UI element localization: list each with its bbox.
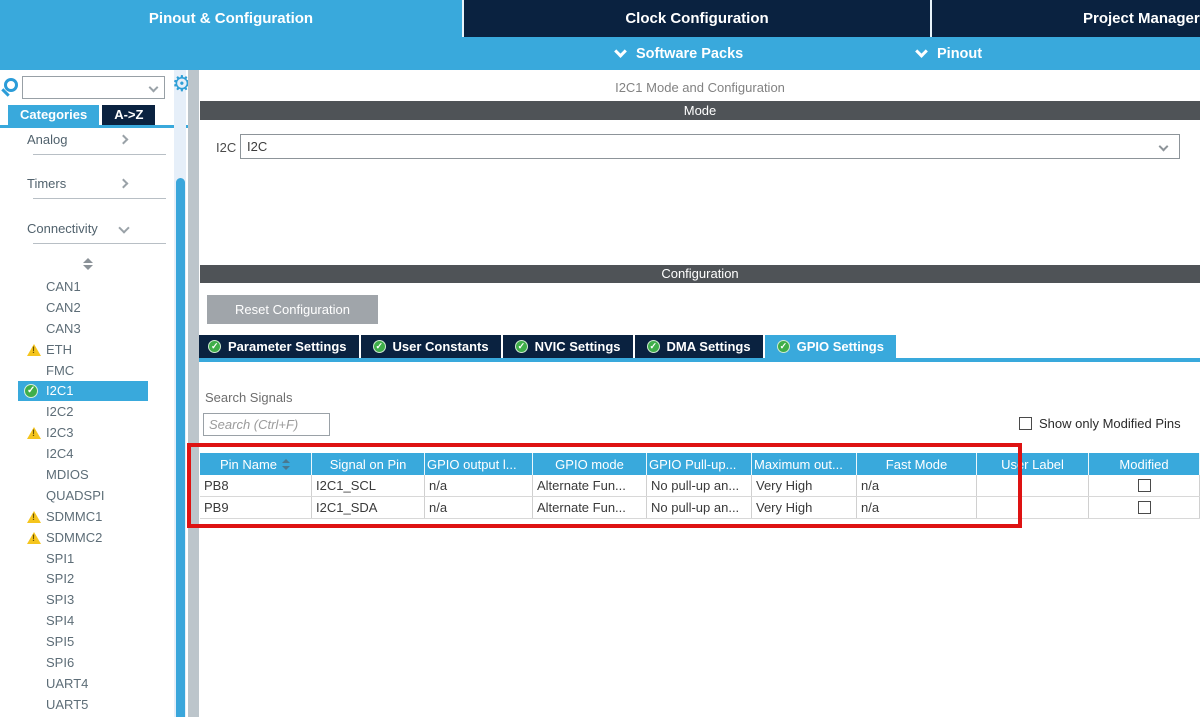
reset-configuration-button[interactable]: Reset Configuration <box>207 295 378 324</box>
tab-label: DMA Settings <box>667 339 751 354</box>
cell-modified <box>1089 475 1200 496</box>
pinout-dropdown[interactable]: Pinout <box>917 37 982 70</box>
section-label: Connectivity <box>27 221 98 236</box>
software-packs-label: Software Packs <box>636 46 743 62</box>
sidebar-item-can2[interactable]: CAN2 <box>0 298 174 319</box>
configuration-tabs: Parameter Settings User Constants NVIC S… <box>196 335 896 358</box>
check-icon <box>777 340 790 353</box>
show-only-modified-filter: Show only Modified Pins <box>1019 416 1181 431</box>
section-divider <box>33 154 166 155</box>
panel-title: I2C1 Mode and Configuration <box>200 80 1200 95</box>
sidebar-item-i2c4[interactable]: I2C4 <box>0 444 174 465</box>
column-header-modified[interactable]: Modified <box>1089 453 1200 475</box>
red-annotation-box <box>187 443 1022 528</box>
tab-clock-configuration[interactable]: Clock Configuration <box>464 0 930 37</box>
section-divider <box>33 198 166 199</box>
sidebar-item-spi1[interactable]: SPI1 <box>0 549 174 570</box>
tab-gpio-settings[interactable]: GPIO Settings <box>765 335 896 358</box>
sidebar-item-mdios[interactable]: MDIOS <box>0 465 174 486</box>
chevron-right-icon <box>119 135 129 145</box>
tab-label: Pinout & Configuration <box>149 10 313 27</box>
section-label: Analog <box>27 132 67 147</box>
sidebar-item-i2c1[interactable]: I2C1 <box>0 381 174 402</box>
tab-label: User Constants <box>393 339 489 354</box>
sidebar-section-timers[interactable]: Timers <box>0 176 174 194</box>
sidebar-item-uart5[interactable]: UART5 <box>0 695 174 716</box>
sidebar-item-i2c2[interactable]: I2C2 <box>0 402 174 423</box>
chevron-right-icon <box>119 179 129 189</box>
tab-parameter-settings[interactable]: Parameter Settings <box>196 335 359 358</box>
sidebar-item-fmc[interactable]: FMC <box>0 361 174 382</box>
header-bar: Pinout & Configuration Clock Configurati… <box>0 0 1200 70</box>
sidebar-item-spi6[interactable]: SPI6 <box>0 653 174 674</box>
search-signals-label: Search Signals <box>205 390 292 405</box>
sidebar-item-uart4[interactable]: UART4 <box>0 674 174 695</box>
warning-icon <box>27 344 41 356</box>
sidebar-peripheral-list: CAN1 CAN2 CAN3 ETH FMC I2C1 I2C2 I2C3 I2… <box>0 277 174 717</box>
show-only-modified-checkbox[interactable] <box>1019 417 1032 430</box>
mode-section-bar: Mode <box>200 101 1200 120</box>
check-icon <box>515 340 528 353</box>
sort-arrows-icon[interactable] <box>83 258 93 270</box>
tab-label: Project Manager <box>1083 0 1200 37</box>
sidebar-item-i2c3[interactable]: I2C3 <box>0 423 174 444</box>
i2c-mode-select[interactable]: I2C <box>240 134 1180 159</box>
sidebar-tabs: Categories A->Z <box>8 105 155 125</box>
panel-divider <box>188 70 199 717</box>
modified-checkbox[interactable] <box>1138 501 1151 514</box>
tab-label: Parameter Settings <box>228 339 347 354</box>
sidebar-item-eth[interactable]: ETH <box>0 340 174 361</box>
sidebar-item-spi2[interactable]: SPI2 <box>0 569 174 590</box>
section-label: Timers <box>27 176 66 191</box>
sidebar-item-spi3[interactable]: SPI3 <box>0 590 174 611</box>
tab-label: Clock Configuration <box>625 10 768 27</box>
sidebar-item-spi4[interactable]: SPI4 <box>0 611 174 632</box>
tab-label: GPIO Settings <box>797 339 884 354</box>
check-icon <box>208 340 221 353</box>
tab-nvic-settings[interactable]: NVIC Settings <box>503 335 633 358</box>
cell-modified <box>1089 497 1200 518</box>
tab-project-manager[interactable]: Project Manager <box>932 0 1200 37</box>
sidebar-item-can3[interactable]: CAN3 <box>0 319 174 340</box>
sidebar-tabs-underline <box>0 125 188 128</box>
sidebar-item-can1[interactable]: CAN1 <box>0 277 174 298</box>
tab-pinout-and-configuration[interactable]: Pinout & Configuration <box>0 0 462 37</box>
sidebar-section-analog[interactable]: Analog <box>0 132 174 150</box>
check-icon <box>373 340 386 353</box>
i2c-mode-value: I2C <box>247 139 267 154</box>
search-icon <box>4 78 18 92</box>
warning-icon <box>27 532 41 544</box>
configuration-section-bar: Configuration <box>200 265 1200 283</box>
sidebar-item-quadspi[interactable]: QUADSPI <box>0 486 174 507</box>
chevron-down-icon <box>1159 142 1169 152</box>
modified-checkbox[interactable] <box>1138 479 1151 492</box>
sidebar-item-sdmmc1[interactable]: SDMMC1 <box>0 507 174 528</box>
stm32cubemx-window: Pinout & Configuration Clock Configurati… <box>0 0 1200 717</box>
sidebar-search-combo[interactable] <box>22 76 165 99</box>
warning-icon <box>27 427 41 439</box>
sidebar-scrollbar-thumb[interactable] <box>176 178 185 717</box>
tab-categories[interactable]: Categories <box>8 105 99 125</box>
tab-a-to-z[interactable]: A->Z <box>102 105 155 125</box>
configuration-tabs-underline <box>188 358 1200 362</box>
chevron-down-icon <box>915 45 928 58</box>
tab-user-constants[interactable]: User Constants <box>361 335 501 358</box>
check-icon <box>647 340 660 353</box>
search-signals-input[interactable] <box>203 413 330 436</box>
i2c-field-label: I2C <box>216 140 236 155</box>
sidebar-item-spi5[interactable]: SPI5 <box>0 632 174 653</box>
software-packs-dropdown[interactable]: Software Packs <box>616 37 743 70</box>
sidebar-item-sdmmc2[interactable]: SDMMC2 <box>0 528 174 549</box>
sidebar-section-connectivity[interactable]: Connectivity <box>0 221 174 239</box>
tab-dma-settings[interactable]: DMA Settings <box>635 335 763 358</box>
tab-label: NVIC Settings <box>535 339 621 354</box>
warning-icon <box>27 511 41 523</box>
show-only-modified-label: Show only Modified Pins <box>1039 416 1181 431</box>
section-divider <box>33 243 166 244</box>
chevron-down-icon <box>614 45 627 58</box>
chevron-down-icon <box>118 222 129 233</box>
sidebar-search-input[interactable] <box>23 77 164 98</box>
check-icon <box>24 384 38 398</box>
pinout-label: Pinout <box>937 46 982 62</box>
